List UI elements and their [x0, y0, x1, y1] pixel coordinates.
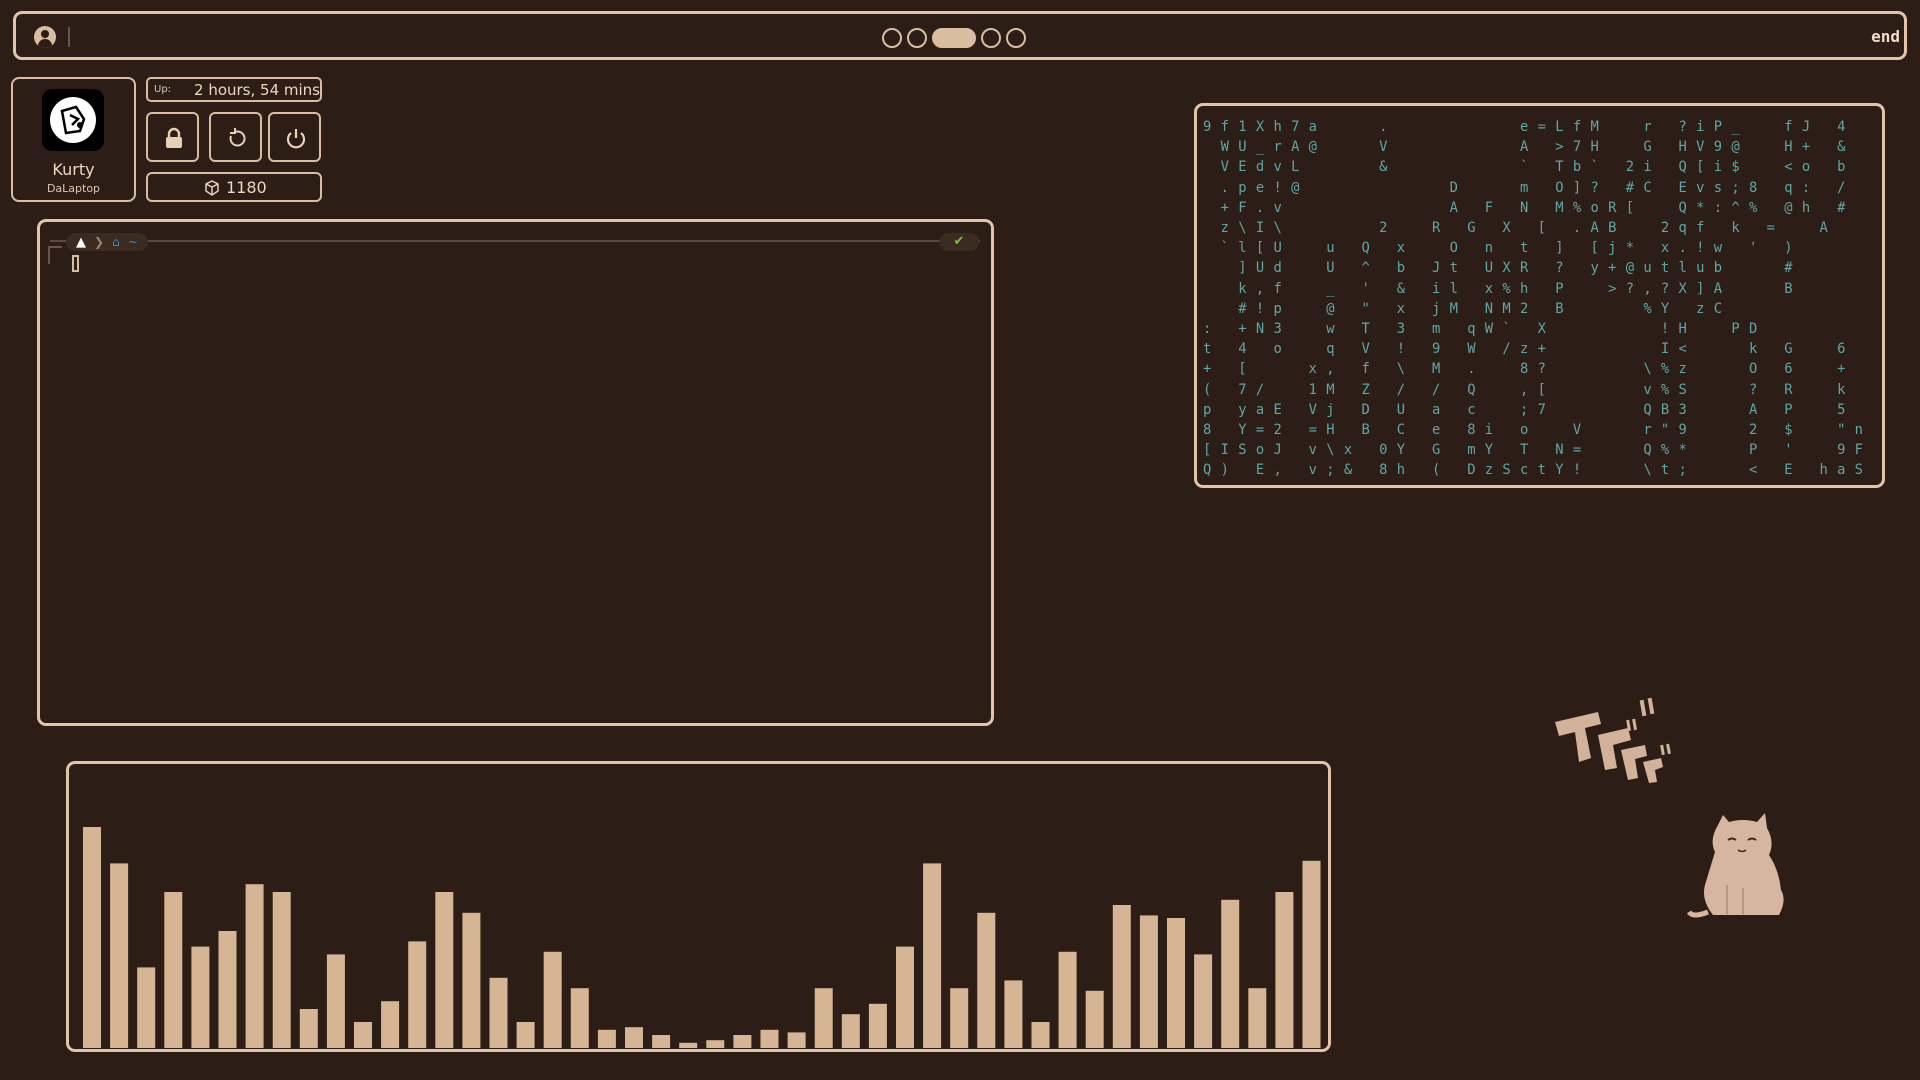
visualizer-bar: [679, 1042, 698, 1048]
matrix-widget: 9 f 1 X h 7 a . e = L f M r ? i P _ f J …: [1194, 103, 1885, 488]
visualizer-bar: [787, 1032, 806, 1048]
audio-visualizer: [66, 761, 1331, 1052]
avatar: [42, 89, 104, 151]
visualizer-bar: [516, 1022, 535, 1048]
divider: [68, 27, 70, 47]
matrix-text: 9 f 1 X h 7 a . e = L f M r ? i P _ f J …: [1203, 119, 1864, 479]
visualizer-bar: [868, 1003, 887, 1048]
reboot-button[interactable]: [209, 112, 262, 162]
visualizer-bar: [1167, 918, 1185, 1048]
prompt-corner: [48, 246, 62, 264]
workspace-indicator: [882, 26, 1026, 50]
workspace-2[interactable]: [907, 28, 927, 48]
visualizer-bar: [462, 912, 481, 1048]
profile-host: DaLaptop: [46, 182, 101, 195]
avatar-logo-icon: [60, 105, 86, 135]
top-bar: end: [13, 11, 1907, 60]
visualizer-bar: [1221, 899, 1240, 1048]
visualizer-bar: [977, 912, 996, 1048]
prompt-line: [50, 240, 980, 242]
status-badge: ✔: [939, 233, 979, 251]
prompt-segment: ▲ ❯ ⌂ ~: [66, 233, 148, 251]
visualizer-bar: [1302, 860, 1321, 1048]
workspace-1[interactable]: [882, 28, 902, 48]
visualizer-bar: [326, 954, 345, 1048]
terminal-window[interactable]: ▲ ❯ ⌂ ~ ✔: [37, 219, 994, 726]
arch-icon: ▲: [76, 234, 86, 250]
visualizer-bar: [272, 892, 291, 1048]
visualizer-bar: [1004, 980, 1023, 1048]
reboot-icon: [229, 128, 246, 147]
visualizer-bar: [354, 1022, 372, 1048]
visualizer-bar: [733, 1035, 752, 1048]
visualizer-bar: [760, 1029, 779, 1048]
visualizer-bar: [1085, 990, 1104, 1048]
lock-button[interactable]: [146, 112, 199, 162]
visualizer-bar: [597, 1029, 616, 1048]
cat-sticker: [1555, 697, 1784, 918]
prompt-path: ~: [127, 235, 138, 249]
visualizer-bar: [1058, 951, 1077, 1048]
home-icon: ⌂: [112, 235, 120, 249]
visualizer-bar: [83, 827, 101, 1048]
visualizer-bar: [435, 892, 454, 1048]
visualizer-bars: [83, 827, 1321, 1048]
profile-name: Kurty: [52, 160, 95, 179]
user-icon[interactable]: [34, 26, 56, 48]
package-icon: [205, 180, 219, 196]
visualizer-bar: [1112, 905, 1131, 1048]
visualizer-bar: [164, 892, 183, 1048]
chevron-right-icon: ❯: [94, 235, 105, 249]
packages-widget: 1180: [146, 172, 322, 202]
shutdown-button[interactable]: [268, 112, 321, 162]
visualizer-bar: [923, 863, 942, 1048]
workspace-3[interactable]: [932, 28, 976, 48]
workspace-5[interactable]: [1006, 28, 1026, 48]
profile-card: Kurty DaLaptop: [11, 77, 136, 202]
visualizer-bar: [1031, 1022, 1050, 1048]
power-icon: [286, 129, 306, 149]
visualizer-bar: [1275, 892, 1294, 1048]
visualizer-bar: [950, 988, 969, 1048]
clock: end: [1871, 27, 1900, 46]
visualizer-bar: [218, 931, 237, 1048]
packages-count: 1180: [226, 178, 267, 197]
lock-icon: [166, 127, 182, 148]
workspace-4[interactable]: [981, 28, 1001, 48]
visualizer-bar: [1248, 988, 1267, 1048]
visualizer-bar: [841, 1014, 860, 1048]
visualizer-bar: [814, 988, 833, 1048]
visualizer-bar: [652, 1035, 671, 1048]
visualizer-bar: [543, 951, 562, 1048]
visualizer-bar: [137, 967, 156, 1048]
visualizer-bar: [191, 946, 210, 1048]
uptime-value: 2 hours, 54 mins: [194, 81, 320, 99]
visualizer-bar: [299, 1009, 318, 1048]
visualizer-bar: [381, 1001, 400, 1048]
terminal-cursor: [72, 255, 79, 272]
uptime-label: Up:: [154, 84, 172, 95]
visualizer-bar: [1194, 954, 1213, 1048]
visualizer-bar: [625, 1027, 643, 1048]
visualizer-bar: [706, 1040, 725, 1048]
visualizer-bar: [110, 863, 129, 1048]
uptime-widget: Up: 2 hours, 54 mins: [146, 77, 322, 102]
visualizer-bar: [408, 941, 427, 1048]
visualizer-bar: [570, 988, 589, 1048]
visualizer-bar: [245, 884, 264, 1048]
visualizer-bar: [489, 977, 508, 1048]
visualizer-bar: [1139, 915, 1158, 1048]
visualizer-bar: [896, 946, 914, 1048]
